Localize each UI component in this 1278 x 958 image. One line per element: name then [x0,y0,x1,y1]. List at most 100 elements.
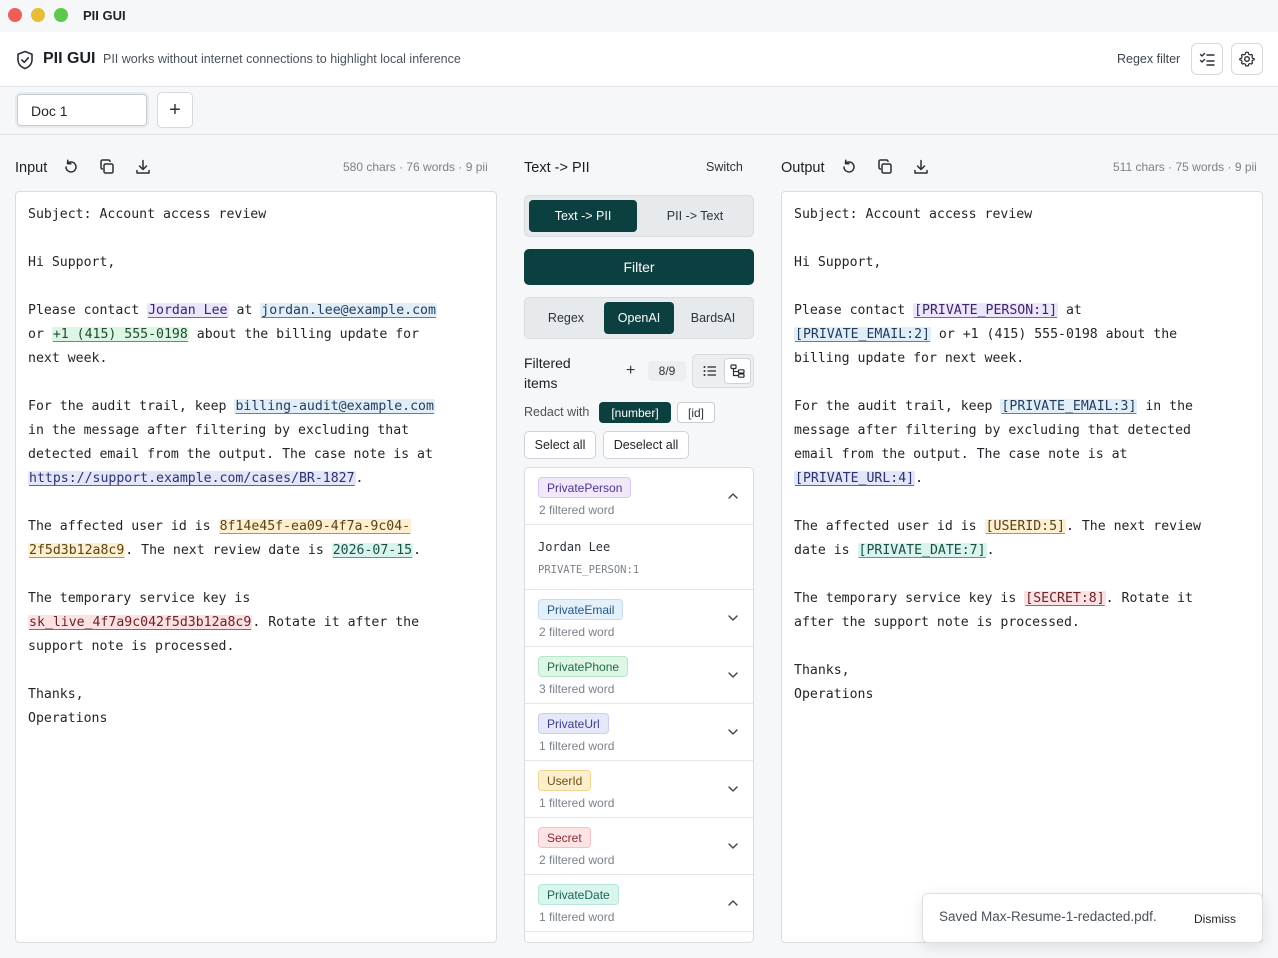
pii-phone-highlight[interactable]: +1 (415) 555-0198 [51,327,189,342]
filter-group-privateperson[interactable]: PrivatePerson 2 filtered word [525,468,753,525]
text-line: Operations [28,707,484,731]
toast-dismiss-button[interactable]: Dismiss [1194,912,1236,926]
pii-person-highlight[interactable]: [PRIVATE_PERSON:1] [913,303,1059,318]
text-segment: or [28,327,52,342]
switch-button[interactable]: Switch [706,160,743,174]
filtered-count-badge: 8/9 [648,361,686,381]
text-line [794,371,1250,395]
pii-date-highlight[interactable]: 2026-07-15 [331,543,414,558]
group-count: 3 filtered word [539,682,615,696]
zoom-window-button[interactable] [54,8,68,22]
group-count: 1 filtered word [539,910,615,924]
engine-regex[interactable]: Regex [529,302,603,334]
pii-userid-highlight[interactable]: [USERID:5] [984,519,1066,534]
minimize-window-button[interactable] [31,8,45,22]
filter-group-privateurl[interactable]: PrivateUrl 1 filtered word [525,704,753,761]
text-segment: in the [1137,399,1193,414]
tree-view-button[interactable] [724,358,751,384]
chevron-down-icon[interactable] [727,726,739,738]
engine-openai[interactable]: OpenAI [604,302,674,334]
pii-userid-highlight[interactable]: 2f5d3b12a8c9 [28,543,126,558]
pii-email-highlight[interactable]: jordan.lee@example.com [260,303,437,318]
text-line [794,227,1250,251]
pii-person-highlight[interactable]: Jordan Lee [147,303,229,318]
app-name: PII GUI [43,50,96,67]
text-segment: The affected user id is [28,519,219,534]
pii-secret-highlight[interactable]: sk_live_4f7a9c042f5d3b12a8c9 [28,615,253,630]
pii-date-highlight[interactable]: [PRIVATE_DATE:7] [857,543,987,558]
text-segment: Operations [28,711,108,726]
pii-userid-highlight[interactable]: 8f14e45f-ea09-4f7a-9c04- [218,519,412,534]
pii-url-highlight[interactable]: https://support.example.com/cases/BR-182… [28,471,356,486]
add-tab-button[interactable]: + [157,92,193,128]
copy-icon[interactable] [98,158,116,176]
text-segment: next week. [28,351,108,366]
app-description: PII works without internet connections t… [103,52,461,66]
regex-filter-label[interactable]: Regex filter [1117,52,1180,66]
chevron-down-icon[interactable] [727,840,739,852]
filter-group-privatephone[interactable]: PrivatePhone 3 filtered word [525,647,753,704]
window-title: PII GUI [83,8,126,23]
chevron-up-icon[interactable] [727,897,739,909]
text-line: after the support note is processed. [794,611,1250,635]
text-line: [PRIVATE_EMAIL:2] or +1 (415) 555-0198 a… [794,323,1250,347]
deselect-all-button[interactable]: Deselect all [603,431,689,459]
tab-doc-1[interactable]: Doc 1 [17,94,147,126]
select-all-button[interactable]: Select all [524,431,596,459]
tree-icon [730,363,745,378]
add-filter-button[interactable]: + [626,362,635,380]
text-line: The temporary service key is [SECRET:8].… [794,587,1250,611]
engine-toggle: Regex OpenAI BardsAI [524,297,754,339]
text-segment: message after filtering by excluding tha… [794,423,1191,438]
redact-number-chip[interactable]: [number] [599,402,671,423]
entry-text: Jordan Lee [538,540,611,554]
text-segment: For the audit trail, keep [28,399,235,414]
filter-group-userid[interactable]: UserId 1 filtered word [525,761,753,818]
settings-button[interactable] [1231,43,1263,75]
filter-group-privateemail[interactable]: PrivateEmail 2 filtered word [525,590,753,647]
pii-email-highlight[interactable]: billing-audit@example.com [234,399,435,414]
reset-icon[interactable] [840,158,858,176]
download-icon[interactable] [912,158,930,176]
pii-email-highlight[interactable]: [PRIVATE_EMAIL:3] [1000,399,1138,414]
direction-text-to-pii[interactable]: Text -> PII [529,200,637,232]
download-icon[interactable] [134,158,152,176]
group-count: 1 filtered word [539,796,615,810]
chevron-up-icon[interactable] [727,490,739,502]
regex-filter-button[interactable] [1191,43,1223,75]
direction-toggle: Text -> PII PII -> Text [524,195,754,237]
group-type-pill: PrivatePerson [538,477,632,498]
input-textarea[interactable]: Subject: Account access review Hi Support… [15,191,497,943]
output-stats: 511 chars · 75 words · 9 pii [1113,160,1257,174]
text-line: billing update for next week. [794,347,1250,371]
pii-url-highlight[interactable]: [PRIVATE_URL:4] [794,471,916,486]
chevron-down-icon[interactable] [727,612,739,624]
filter-button[interactable]: Filter [524,249,754,285]
list-view-button[interactable] [697,359,723,383]
chevron-down-icon[interactable] [727,669,739,681]
toast-message: Saved Max-Resume-1-redacted.pdf. [939,909,1157,924]
redact-id-chip[interactable]: [id] [677,402,715,423]
text-line: support note is processed. [28,635,484,659]
chevron-down-icon[interactable] [727,783,739,795]
filter-group-privatedate[interactable]: PrivateDate 1 filtered word [525,875,753,932]
filtered-entry[interactable]: Jordan Lee PRIVATE_PERSON:1 [525,525,753,590]
group-count: 2 filtered word [539,503,615,517]
text-segment: after the support note is processed. [794,615,1080,630]
text-segment: The affected user id is [794,519,985,534]
text-line: Subject: Account access review [794,203,1250,227]
text-line: For the audit trail, keep [PRIVATE_EMAIL… [794,395,1250,419]
text-segment: . [355,471,364,486]
engine-bardsai[interactable]: BardsAI [675,302,751,334]
output-textarea[interactable]: Subject: Account access review Hi Support… [781,191,1263,943]
text-line: next week. [28,347,484,371]
text-segment: in the message after filtering by exclud… [28,423,410,438]
direction-pii-to-text[interactable]: PII -> Text [639,200,751,232]
pii-email-highlight[interactable]: [PRIVATE_EMAIL:2] [794,327,931,342]
pii-secret-highlight[interactable]: [SECRET:8] [1024,591,1106,606]
copy-icon[interactable] [876,158,894,176]
text-segment: Thanks, [28,687,84,702]
close-window-button[interactable] [8,8,22,22]
filter-group-secret[interactable]: Secret 2 filtered word [525,818,753,875]
reset-icon[interactable] [62,158,80,176]
